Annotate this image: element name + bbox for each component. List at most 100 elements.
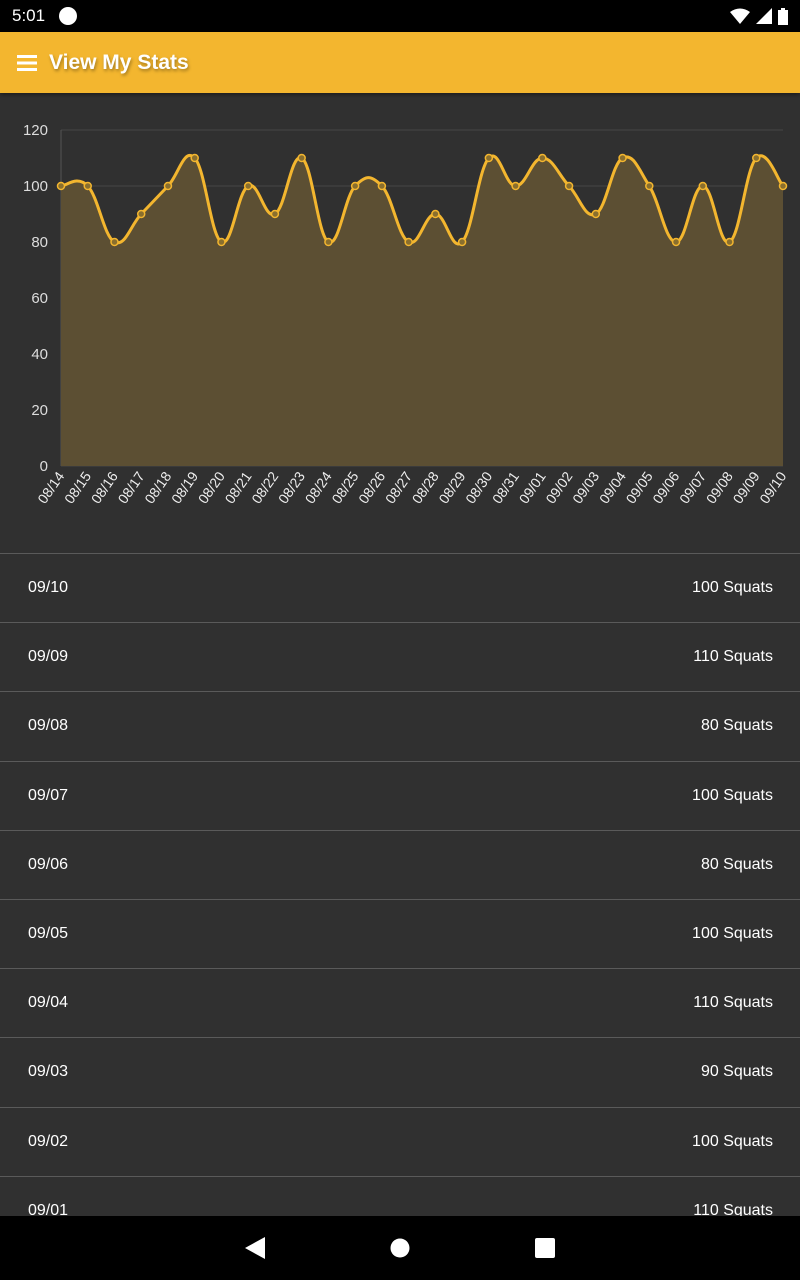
data-point [591,209,601,219]
y-tick-label: 40 [31,346,48,363]
wifi-icon [730,8,750,24]
x-tick-label: 09/06 [649,468,682,506]
data-point [136,209,146,219]
list-item-value: 100 Squats [692,786,773,804]
recents-icon[interactable] [535,1238,555,1258]
data-point [564,181,574,191]
list-item-date: 09/08 [28,717,69,735]
list-item-value: 100 Squats [692,925,773,943]
app-bar: View My Stats [0,32,800,93]
x-tick-label: 09/01 [516,468,549,506]
x-tick-label: 09/03 [569,468,602,506]
x-tick-label: 08/24 [302,468,335,506]
list-item-date: 09/06 [28,855,69,873]
x-tick-label: 08/29 [435,468,468,506]
list-item-date: 09/05 [28,925,69,943]
x-tick-label: 09/10 [756,468,789,506]
data-point [618,153,627,163]
x-tick-label: 09/09 [730,468,763,506]
x-tick-label: 08/23 [275,468,308,506]
list-item[interactable]: 09/10 100 Squats [0,553,800,622]
data-point [725,237,734,247]
list-item-value: 80 Squats [700,855,773,873]
hamburger-icon[interactable] [17,54,37,71]
list-item[interactable]: 09/08 80 Squats [0,691,800,760]
signal-icon [756,8,772,24]
list-item[interactable]: 09/02 100 Squats [0,1106,800,1176]
x-tick-label: 09/08 [703,468,736,506]
data-point [698,181,708,191]
x-tick-label: 08/22 [248,468,281,506]
list-item-date: 09/10 [28,579,69,597]
data-point [56,181,66,191]
list-item-value: 110 Squats [693,648,773,666]
data-point [190,153,199,163]
data-point [83,181,92,191]
y-tick-label: 20 [31,402,48,419]
list-item[interactable]: 09/03 90 Squats [0,1037,800,1106]
x-tick-label: 08/20 [195,468,228,506]
data-point [404,237,413,247]
x-tick-label: 08/15 [61,468,94,506]
data-point [752,153,761,163]
data-point [324,237,333,247]
list-item-value: 100 Squats [692,1132,773,1150]
list-item-date: 09/07 [28,786,69,804]
list-item[interactable]: 09/07 100 Squats [0,760,800,830]
list-item-date: 09/03 [28,1063,69,1081]
list-item-value: 100 Squats [692,579,773,597]
stats-list: 09/10 100 Squats 09/09 110 Squats 09/08 80 Sq… [0,553,800,1245]
x-tick-label: 09/04 [596,468,629,506]
x-tick-label: 09/07 [676,468,709,506]
y-tick-label: 0 [40,458,48,475]
list-item[interactable]: 09/09 110 Squats [0,622,800,691]
data-point [297,153,306,163]
data-point [457,237,467,247]
y-tick-label: 60 [31,290,48,307]
data-point [350,181,360,191]
data-point [243,181,253,191]
x-tick-label: 08/31 [489,468,522,506]
x-tick-label: 08/19 [168,468,201,506]
page-title: View My Stats [49,50,189,74]
x-tick-label: 08/30 [462,468,495,506]
list-item-date: 09/02 [28,1132,69,1150]
x-tick-label: 09/05 [623,468,656,506]
y-tick-label: 80 [31,234,48,251]
x-tick-label: 09/02 [542,468,575,506]
x-tick-label: 08/25 [328,468,361,506]
navigation-bar [0,1216,800,1280]
y-tick-label: 100 [23,178,48,195]
list-item-value: 90 Squats [700,1063,773,1081]
back-icon[interactable] [245,1237,265,1259]
x-tick-label: 08/18 [141,468,174,506]
data-point [110,237,119,247]
list-item-value: 110 Squats [693,994,773,1012]
data-point [645,181,654,191]
x-tick-label: 08/21 [221,468,254,506]
list-item[interactable]: 09/06 80 Squats [0,829,800,899]
x-tick-label: 08/16 [88,468,121,506]
data-point [270,209,280,219]
x-tick-label: 08/28 [409,468,442,506]
data-point [431,209,440,219]
data-point [671,237,681,247]
x-tick-label: 08/26 [355,468,388,506]
status-time: 5:01 [12,6,46,25]
y-tick-label: 120 [23,122,48,139]
list-item[interactable]: 09/04 110 Squats [0,968,800,1037]
data-point [163,181,173,191]
data-point [484,153,494,163]
area-fill [61,155,783,466]
notification-icon [59,7,78,25]
data-point [778,181,788,191]
x-tick-label: 08/17 [114,468,147,506]
list-item-value: 80 Squats [700,717,773,735]
data-point [377,181,387,191]
list-item-date: 09/09 [28,648,69,666]
list-item[interactable]: 09/05 100 Squats [0,898,800,968]
battery-icon [778,7,788,25]
data-point [538,153,547,163]
home-icon[interactable] [390,1238,410,1258]
data-point [511,181,520,191]
